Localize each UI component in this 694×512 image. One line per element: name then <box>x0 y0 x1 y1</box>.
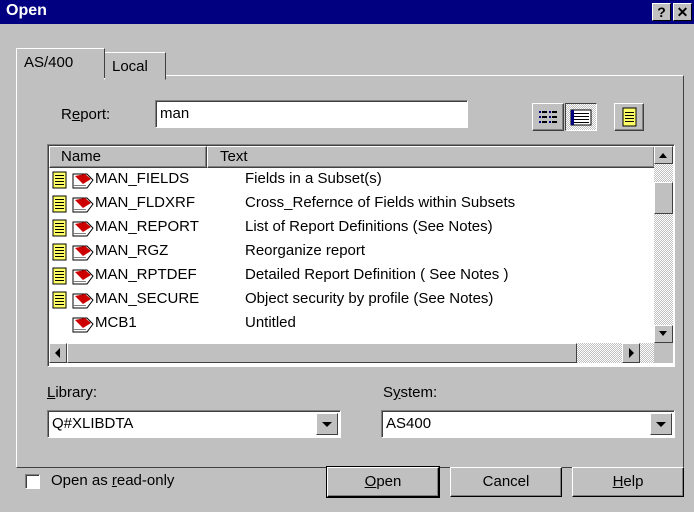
report-definition-icon <box>71 314 95 334</box>
library-dropdown-button[interactable] <box>316 413 338 435</box>
list-item-text: List of Report Definitions (See Notes) <box>245 218 493 235</box>
list-item-text: Reorganize report <box>245 242 366 259</box>
list-item-name: MAN_RGZ <box>95 242 169 259</box>
list-item-text: Fields in a Subset(s) <box>245 170 382 187</box>
readonly-checkbox[interactable] <box>25 474 40 489</box>
scroll-thumb[interactable] <box>654 182 673 214</box>
list-item[interactable]: MAN_FIELDS Fields in a Subset(s) <box>49 168 643 192</box>
tab-local-label: Local <box>112 58 148 75</box>
list-item-name: MAN_FLDXRF <box>95 194 196 211</box>
library-select[interactable]: Q#XLIBDTA <box>47 410 341 438</box>
report-list[interactable]: Name Text MAN_FIELDS Fields in a Subset(s… <box>47 144 675 367</box>
system-value: AS400 <box>386 415 432 432</box>
report-definition-icon <box>71 266 95 286</box>
open-button[interactable]: Open <box>326 466 440 498</box>
report-input-value: man <box>160 105 190 122</box>
list-item-name: MCB1 <box>95 314 137 331</box>
scroll-right-button[interactable] <box>622 343 640 363</box>
system-dropdown-button[interactable] <box>650 413 672 435</box>
tab-local[interactable]: Local <box>104 52 166 80</box>
library-value: Q#XLIBDTA <box>52 415 134 432</box>
column-header-text[interactable]: Text <box>207 146 655 168</box>
vertical-scrollbar[interactable] <box>654 146 673 343</box>
report-definition-icon <box>71 242 95 262</box>
scroll-down-button[interactable] <box>654 325 673 343</box>
tab-as400[interactable]: AS/400 <box>16 48 105 78</box>
readonly-label: Open as read-only <box>51 472 175 489</box>
scroll-up-button[interactable] <box>654 146 673 164</box>
report-doc-icon <box>52 171 68 189</box>
list-item[interactable]: MAN_RGZ Reorganize report <box>49 240 643 264</box>
report-doc-icon <box>52 291 68 309</box>
list-item[interactable]: MCB1 Untitled <box>49 312 643 336</box>
list-item-name: MAN_REPORT <box>95 218 199 235</box>
help-button[interactable]: Help <box>572 467 684 497</box>
list-item-name: MAN_FIELDS <box>95 170 190 187</box>
horizontal-scrollbar[interactable] <box>49 343 654 363</box>
system-select[interactable]: AS400 <box>381 410 675 438</box>
help-title-button[interactable]: ? <box>652 3 671 21</box>
list-item-text: Untitled <box>245 314 296 331</box>
list-view-icon[interactable] <box>532 103 564 131</box>
report-definition-icon <box>71 290 95 310</box>
report-definition-icon <box>71 218 95 238</box>
horizontal-scroll-thumb[interactable] <box>67 343 577 363</box>
details-view-icon[interactable] <box>565 103 597 131</box>
tab-as400-label: AS/400 <box>24 54 74 71</box>
title-bar <box>0 0 694 24</box>
report-input[interactable]: man <box>155 100 468 128</box>
properties-icon[interactable] <box>614 103 644 131</box>
scroll-corner <box>654 343 673 363</box>
report-definition-icon <box>71 170 95 190</box>
list-item-name: MAN_SECURE <box>95 290 200 307</box>
list-item-text: Cross_Refernce of Fields within Subsets <box>245 194 516 211</box>
scroll-left-button[interactable] <box>49 343 67 363</box>
list-item-text: Object security by profile (See Notes) <box>245 290 494 307</box>
list-item-text: Detailed Report Definition ( See Notes ) <box>245 266 509 283</box>
list-item[interactable]: MAN_RPTDEF Detailed Report Definition ( S… <box>49 264 643 288</box>
report-definition-icon <box>71 194 95 214</box>
list-item[interactable]: MAN_SECURE Object security by profile (Se… <box>49 288 643 312</box>
cancel-button[interactable]: Cancel <box>450 467 562 497</box>
report-label: Report: <box>61 106 111 123</box>
list-rows: MAN_FIELDS Fields in a Subset(s) MAN_FLDXR… <box>49 168 655 342</box>
report-doc-icon <box>52 267 68 285</box>
window-title: Open <box>6 2 47 19</box>
report-doc-icon <box>52 195 68 213</box>
system-label: System: <box>383 384 438 401</box>
close-button[interactable]: ✕ <box>673 3 692 21</box>
report-doc-icon <box>52 219 68 237</box>
list-item[interactable]: MAN_REPORT List of Report Definitions (Se… <box>49 216 643 240</box>
list-item[interactable]: MAN_FLDXRF Cross_Refernce of Fields withi… <box>49 192 643 216</box>
list-item-name: MAN_RPTDEF <box>95 266 197 283</box>
library-label: Library: <box>47 384 98 401</box>
report-doc-icon <box>52 243 68 261</box>
column-header-name[interactable]: Name <box>49 146 207 168</box>
